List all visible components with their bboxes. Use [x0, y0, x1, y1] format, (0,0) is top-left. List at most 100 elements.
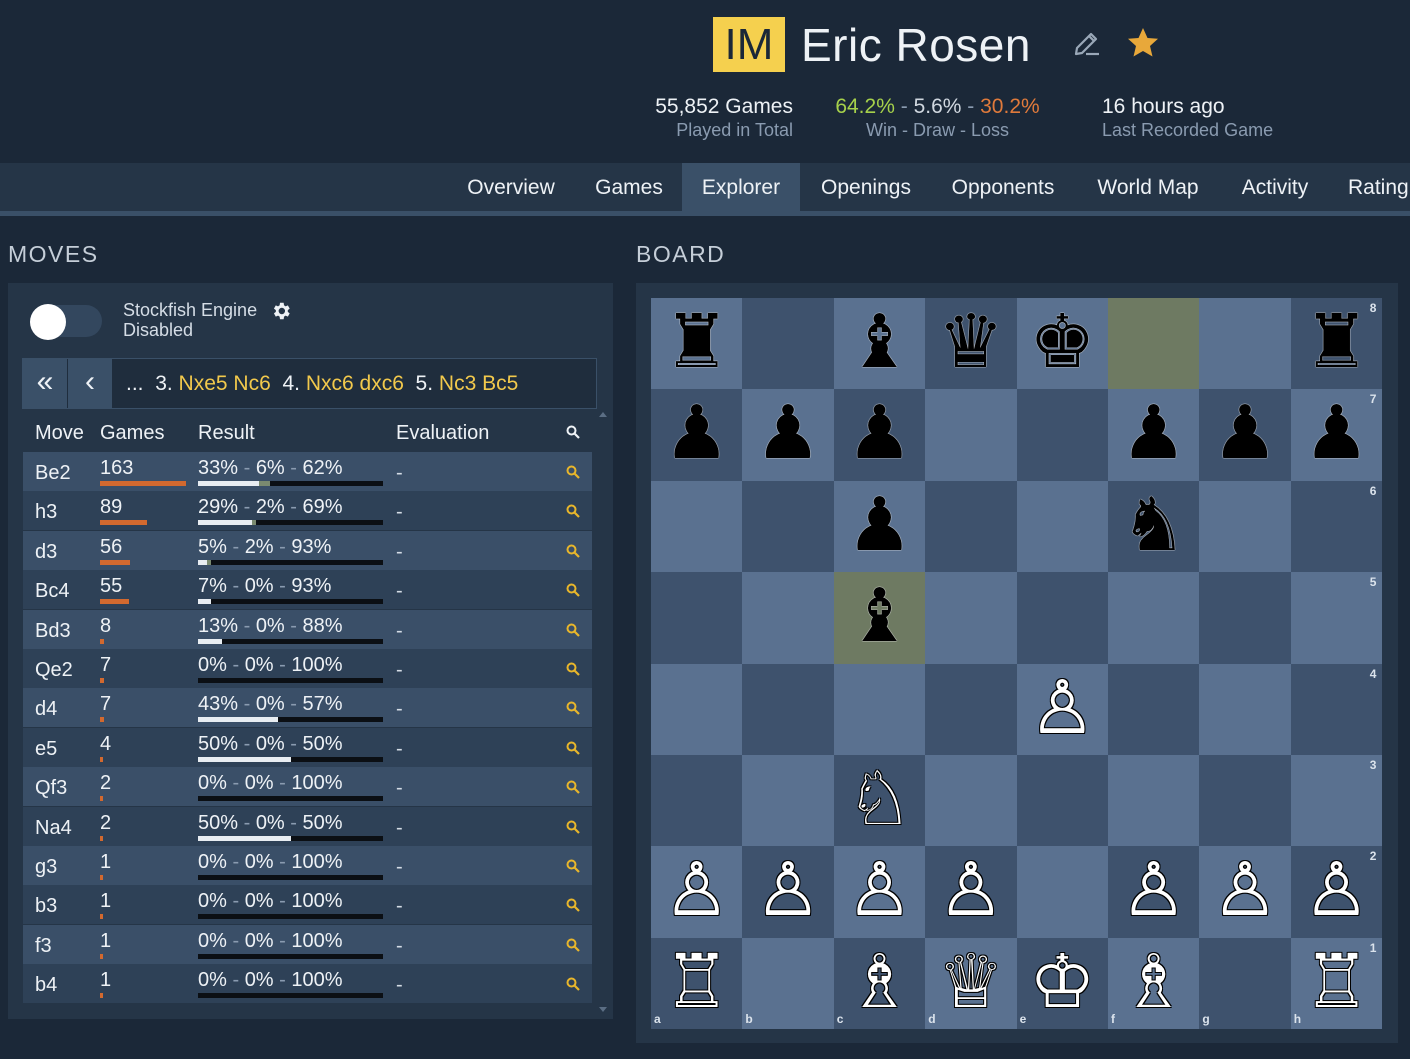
- square-d4[interactable]: [925, 663, 1017, 755]
- square-h5[interactable]: [1290, 572, 1383, 664]
- search-icon[interactable]: [566, 898, 580, 913]
- table-row[interactable]: h3 89 29% - 2% - 69% -: [23, 491, 592, 531]
- search-icon[interactable]: [566, 741, 580, 755]
- col-header-games[interactable]: Games: [100, 421, 164, 445]
- piece-black-e8[interactable]: ♚: [1017, 298, 1108, 389]
- tab-openings[interactable]: Openings: [802, 163, 930, 211]
- square-a5[interactable]: [651, 572, 743, 664]
- piece-white-b2[interactable]: ♙: [742, 846, 833, 937]
- search-icon[interactable]: [566, 544, 580, 558]
- seq-move[interactable]: dxc6: [360, 372, 404, 395]
- row-move[interactable]: e5: [35, 737, 57, 761]
- piece-black-f6[interactable]: ♞: [1108, 481, 1199, 572]
- search-icon[interactable]: [566, 701, 580, 716]
- piece-white-h1[interactable]: ♖: [1291, 938, 1382, 1029]
- row-move[interactable]: Qe2: [35, 658, 73, 682]
- piece-black-h7[interactable]: ♟: [1291, 389, 1382, 480]
- tab-games[interactable]: Games: [577, 163, 681, 211]
- col-header-move[interactable]: Move: [35, 421, 84, 445]
- tab-explorer[interactable]: Explorer: [682, 163, 800, 211]
- table-row[interactable]: b3 1 0% - 0% - 100% -: [23, 885, 592, 925]
- square-f3[interactable]: [1108, 755, 1200, 847]
- square-b5[interactable]: [742, 572, 834, 664]
- piece-black-g7[interactable]: ♟: [1199, 389, 1290, 480]
- square-h3[interactable]: [1290, 755, 1383, 847]
- square-d6[interactable]: [925, 480, 1017, 573]
- piece-black-h8[interactable]: ♜: [1291, 298, 1382, 389]
- piece-black-b7[interactable]: ♟: [742, 389, 833, 480]
- square-g1[interactable]: [1199, 937, 1291, 1030]
- piece-white-d2[interactable]: ♙: [925, 846, 1016, 937]
- square-h6[interactable]: [1290, 480, 1383, 573]
- search-icon[interactable]: [566, 623, 580, 637]
- search-icon[interactable]: [566, 425, 580, 439]
- search-icon[interactable]: [566, 859, 580, 873]
- square-d7[interactable]: [925, 389, 1017, 481]
- row-move[interactable]: b3: [35, 894, 57, 918]
- piece-white-a2[interactable]: ♙: [651, 846, 742, 937]
- table-row[interactable]: d3 56 5% - 2% - 93% -: [23, 530, 592, 570]
- row-move[interactable]: Qf3: [35, 776, 67, 800]
- piece-black-a7[interactable]: ♟: [651, 389, 742, 480]
- row-move[interactable]: d3: [35, 540, 57, 564]
- table-row[interactable]: Na4 2 50% - 0% - 50% -: [23, 806, 592, 846]
- col-header-evaluation[interactable]: Evaluation: [396, 421, 489, 445]
- table-row[interactable]: d4 7 43% - 0% - 57% -: [23, 688, 592, 728]
- row-move[interactable]: Bd3: [35, 619, 71, 643]
- piece-white-d1[interactable]: ♕: [925, 938, 1016, 1029]
- square-a6[interactable]: [651, 480, 743, 573]
- chess-board[interactable]: 8 7 6 5 4 3 2 1 a b c d e f g h ♜ ♝ ♛ ♚ ♜ ♟ ♟ ♟ ♟ ♟ ♟ ♟ ♞ ♝ ♙ ♘ ♙ ♙ ♙ ♙ ♙ ♙ ♙ ♖…: [651, 298, 1383, 1030]
- gear-icon[interactable]: [270, 300, 292, 322]
- tab-world-map[interactable]: World Map: [1076, 163, 1220, 211]
- piece-white-g2[interactable]: ♙: [1199, 846, 1290, 937]
- row-move[interactable]: Be2: [35, 461, 71, 485]
- square-b3[interactable]: [742, 755, 834, 847]
- piece-white-e4[interactable]: ♙: [1017, 664, 1108, 755]
- piece-white-a1[interactable]: ♖: [651, 938, 742, 1029]
- search-icon[interactable]: [566, 977, 580, 991]
- square-e6[interactable]: [1016, 480, 1108, 573]
- seq-move[interactable]: Nxe5: [179, 372, 228, 395]
- square-e5[interactable]: [1016, 572, 1108, 664]
- table-row[interactable]: b4 1 0% - 0% - 100% -: [23, 964, 592, 1004]
- search-icon[interactable]: [566, 938, 580, 952]
- square-g4[interactable]: [1199, 663, 1291, 755]
- prev-move-button[interactable]: ‹: [68, 359, 112, 408]
- piece-white-f1[interactable]: ♗: [1108, 938, 1199, 1029]
- square-c4[interactable]: [833, 663, 926, 755]
- table-row[interactable]: g3 1 0% - 0% - 100% -: [23, 846, 592, 885]
- seq-move[interactable]: Bc5: [482, 372, 518, 395]
- square-e3[interactable]: [1016, 755, 1108, 847]
- table-row[interactable]: Be2 163 33% - 6% - 62% -: [23, 452, 592, 491]
- square-f5[interactable]: [1108, 572, 1200, 664]
- row-move[interactable]: h3: [35, 500, 57, 524]
- pencil-edit-icon[interactable]: [1072, 28, 1102, 58]
- row-move[interactable]: Bc4: [35, 579, 69, 603]
- table-row[interactable]: Bc4 55 7% - 0% - 93% -: [23, 570, 592, 610]
- seq-move[interactable]: Nc3: [439, 372, 476, 395]
- row-move[interactable]: Na4: [35, 816, 72, 840]
- piece-white-f2[interactable]: ♙: [1108, 846, 1199, 937]
- piece-white-c2[interactable]: ♙: [834, 846, 925, 937]
- search-icon[interactable]: [566, 504, 580, 519]
- search-icon[interactable]: [566, 780, 580, 794]
- tab-overview[interactable]: Overview: [447, 163, 575, 211]
- square-h4[interactable]: [1290, 663, 1383, 755]
- piece-white-c1[interactable]: ♗: [834, 938, 925, 1029]
- piece-black-c7[interactable]: ♟: [834, 389, 925, 480]
- row-move[interactable]: g3: [35, 855, 57, 879]
- row-move[interactable]: f3: [35, 934, 52, 958]
- table-row[interactable]: Qf3 2 0% - 0% - 100% -: [23, 767, 592, 807]
- square-d5[interactable]: [925, 572, 1017, 664]
- piece-black-c5[interactable]: ♝: [834, 572, 925, 663]
- scroll-down-arrow[interactable]: [599, 1007, 607, 1012]
- piece-white-e1[interactable]: ♔: [1017, 938, 1108, 1029]
- row-move[interactable]: b4: [35, 973, 57, 997]
- scroll-up-arrow[interactable]: [599, 412, 607, 417]
- square-b1[interactable]: [742, 937, 834, 1030]
- square-a3[interactable]: [651, 755, 743, 847]
- piece-black-d8[interactable]: ♛: [925, 298, 1016, 389]
- tab-opponents[interactable]: Opponents: [932, 163, 1074, 211]
- star-icon[interactable]: [1125, 25, 1161, 61]
- square-b4[interactable]: [742, 663, 834, 755]
